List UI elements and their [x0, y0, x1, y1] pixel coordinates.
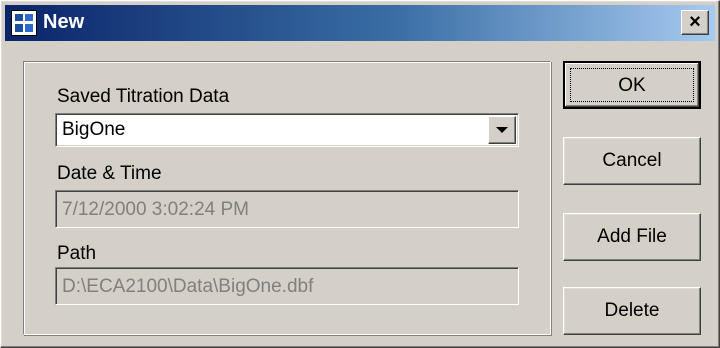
- path-label: Path: [57, 243, 97, 264]
- add-file-button[interactable]: Add File: [563, 213, 701, 261]
- title-bar[interactable]: New ×: [5, 5, 715, 41]
- date-time-label: Date & Time: [57, 163, 162, 184]
- dropdown-button[interactable]: [488, 116, 516, 144]
- window-title: New: [43, 11, 85, 33]
- delete-button-label: Delete: [604, 300, 660, 321]
- saved-titration-data-combo[interactable]: BigOne: [55, 113, 519, 147]
- ok-button[interactable]: OK: [563, 61, 701, 109]
- saved-titration-data-value: BigOne: [62, 119, 126, 140]
- chevron-down-icon: [496, 127, 508, 133]
- ok-button-label: OK: [618, 75, 646, 96]
- cancel-button[interactable]: Cancel: [563, 137, 701, 185]
- saved-titration-data-label: Saved Titration Data: [57, 86, 230, 107]
- close-button[interactable]: ×: [681, 10, 709, 35]
- date-time-field: 7/12/2000 3:02:24 PM: [55, 190, 519, 228]
- delete-button[interactable]: Delete: [563, 287, 701, 335]
- application-icon: [11, 10, 37, 36]
- cancel-button-label: Cancel: [602, 150, 662, 171]
- date-time-value: 7/12/2000 3:02:24 PM: [62, 199, 249, 220]
- path-field: D:\ECA2100\Data\BigOne.dbf: [55, 267, 519, 305]
- add-file-button-label: Add File: [597, 226, 667, 247]
- path-value: D:\ECA2100\Data\BigOne.dbf: [62, 276, 314, 297]
- dialog-window: New × Saved Titration Data BigOne Date &…: [0, 0, 720, 348]
